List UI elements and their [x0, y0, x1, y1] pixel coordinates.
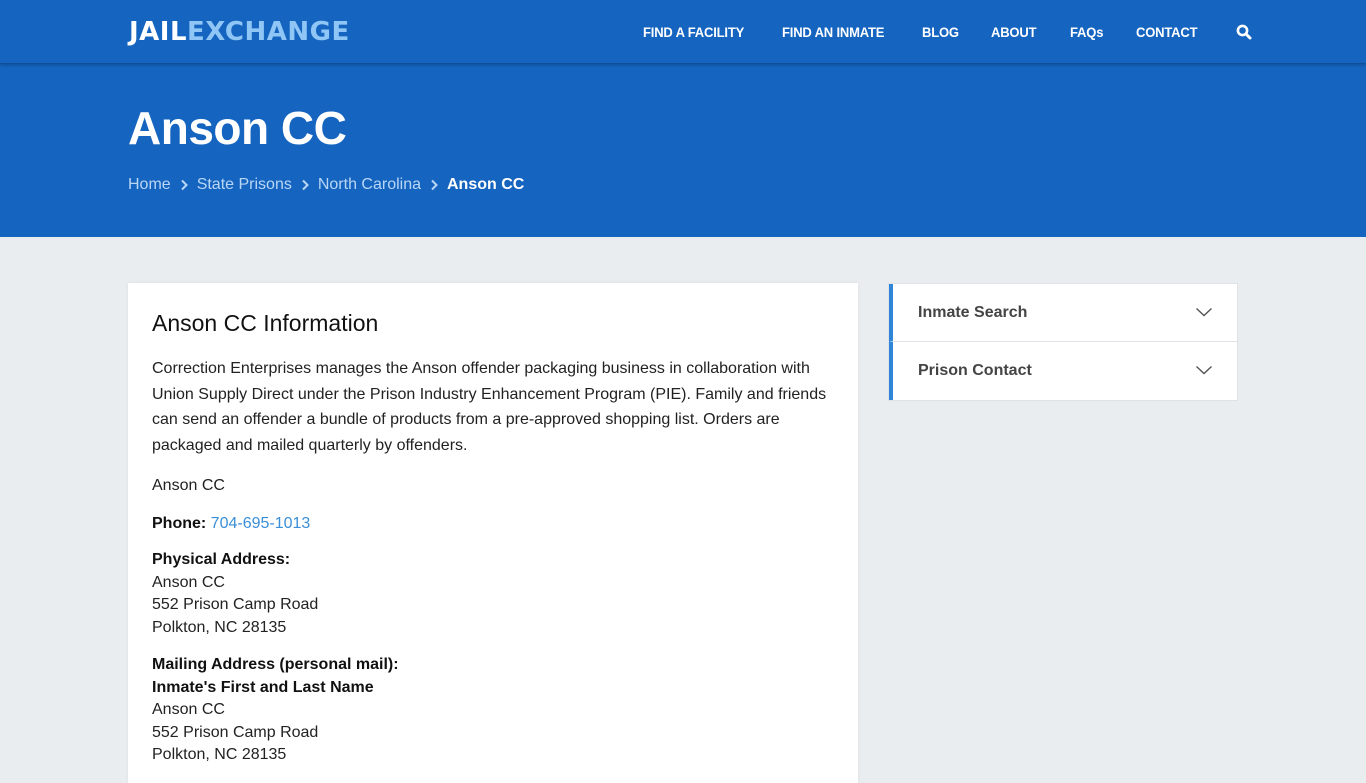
logo-part-exchange: EXCHANGE [187, 17, 350, 47]
breadcrumb-north-carolina[interactable]: North Carolina [318, 175, 421, 195]
facility-details: Correction Enterprises manages the Anson… [152, 356, 832, 782]
nav-blog[interactable]: BLOG [922, 0, 959, 64]
chevron-down-icon [1196, 307, 1212, 317]
physical-address-label: Physical Address: [152, 551, 291, 569]
logo-part-jail: JAIL [129, 17, 188, 47]
search-button[interactable] [1236, 24, 1252, 40]
physical-address: Physical Address: Anson CC 552 Prison Ca… [152, 549, 832, 639]
accordion-label: Prison Contact [918, 362, 1032, 379]
mailing-address-recipient: Inmate's First and Last Name [152, 678, 374, 696]
chevron-down-icon [1196, 365, 1212, 375]
breadcrumb-state-prisons[interactable]: State Prisons [197, 175, 292, 195]
nav-contact[interactable]: CONTACT [1136, 0, 1198, 64]
nav-find-a-facility[interactable]: FIND A FACILITY [643, 0, 744, 64]
facility-info-card: Anson CC Information Correction Enterpri… [128, 283, 858, 783]
physical-address-line: 552 Prison Camp Road [152, 596, 319, 614]
mailing-address-label: Mailing Address (personal mail): [152, 656, 399, 674]
physical-address-line: Polkton, NC 28135 [152, 618, 287, 636]
mailing-address-line: Anson CC [152, 701, 225, 719]
page-title: Anson CC [128, 102, 347, 154]
breadcrumb-home[interactable]: Home [128, 175, 171, 195]
phone-line: Phone: 704-695-1013 [152, 511, 832, 537]
chevron-right-icon [431, 179, 438, 191]
jailexchange-logo[interactable]: JAILEXCHANGE [129, 16, 350, 48]
phone-link[interactable]: 704-695-1013 [211, 515, 311, 532]
mailing-address-line: 552 Prison Camp Road [152, 723, 319, 741]
breadcrumb-current: Anson CC [447, 176, 525, 193]
sidebar-accordion: Inmate Search Prison Contact [888, 283, 1238, 401]
nav-find-an-inmate[interactable]: FIND AN INMATE [782, 0, 884, 64]
nav-faqs[interactable]: FAQs [1070, 0, 1103, 64]
chevron-right-icon [180, 179, 188, 191]
accordion-prison-contact[interactable]: Prison Contact [889, 342, 1237, 400]
main-nav: FIND A FACILITY FIND AN INMATE BLOG ABOU… [643, 0, 1252, 64]
mailing-address-line: Polkton, NC 28135 [152, 746, 287, 764]
section-heading: Anson CC Information [152, 310, 379, 336]
breadcrumb: Home State Prisons North Carolina Anson … [128, 175, 524, 195]
page-hero: Anson CC Home State Prisons North Caroli… [0, 64, 1366, 237]
facility-description: Correction Enterprises manages the Anson… [152, 360, 827, 455]
nav-about[interactable]: ABOUT [991, 0, 1037, 64]
search-icon [1236, 24, 1252, 40]
physical-address-line: Anson CC [152, 573, 225, 591]
accordion-inmate-search[interactable]: Inmate Search [889, 284, 1237, 342]
facility-name: Anson CC [152, 476, 225, 494]
phone-label: Phone: [152, 514, 207, 532]
accordion-label: Inmate Search [918, 304, 1028, 321]
top-navbar: JAILEXCHANGE FIND A FACILITY FIND AN INM… [0, 0, 1366, 64]
mailing-address: Mailing Address (personal mail): Inmate'… [152, 654, 832, 767]
chevron-right-icon [302, 179, 309, 191]
